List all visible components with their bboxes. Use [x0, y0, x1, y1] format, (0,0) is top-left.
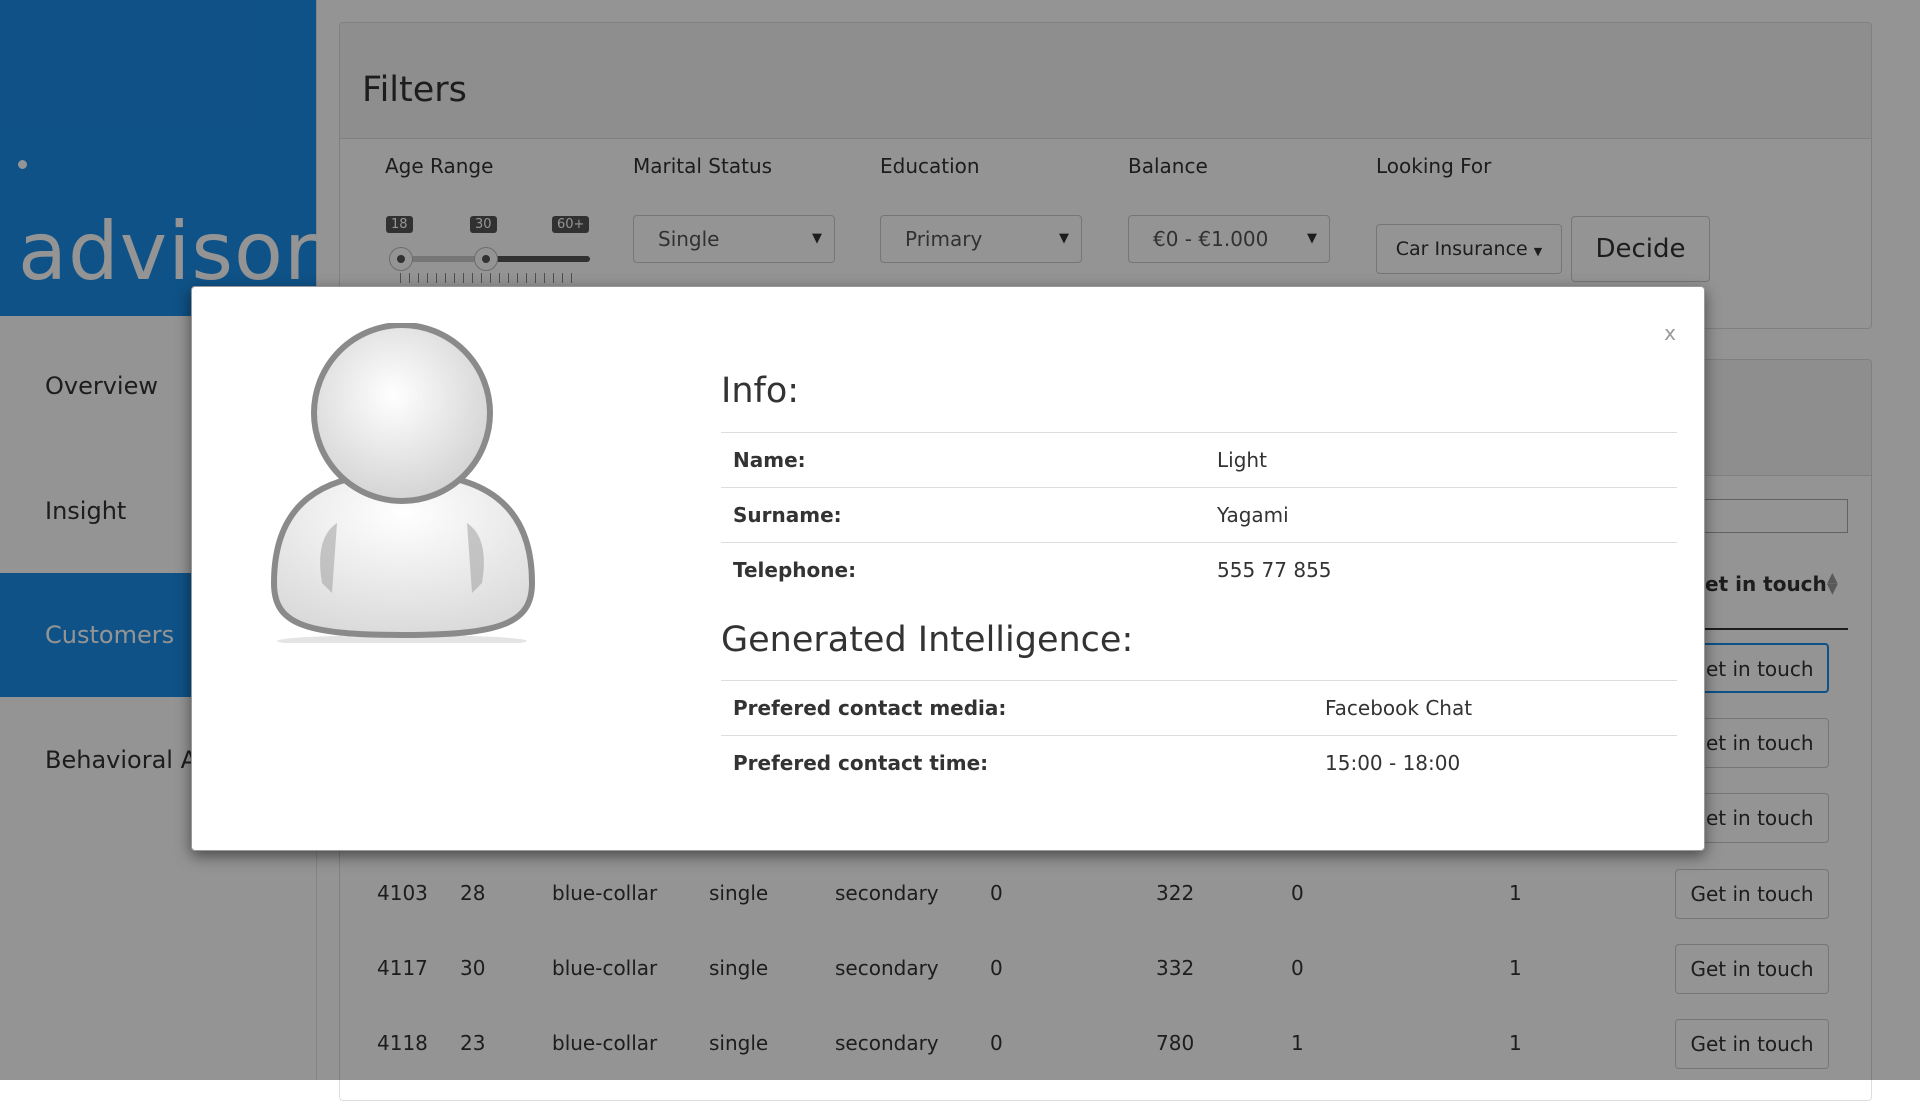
info-table: Name: Light Surname: Yagami Telephone: 5… [721, 432, 1677, 597]
table-row: Surname: Yagami [721, 487, 1677, 543]
info-value: 555 77 855 [1205, 542, 1677, 597]
intel-key: Prefered contact time: [721, 735, 1313, 790]
info-title: Info: [721, 371, 800, 411]
info-value: Light [1205, 432, 1677, 488]
intel-value: 15:00 - 18:00 [1313, 735, 1677, 790]
info-key: Name: [721, 432, 1205, 488]
table-row: Prefered contact time: 15:00 - 18:00 [721, 735, 1677, 790]
customer-modal: x Info: Name: Light Surname: Yagami Tele… [191, 286, 1705, 851]
intelligence-table: Prefered contact media: Facebook Chat Pr… [721, 680, 1677, 790]
intel-value: Facebook Chat [1313, 680, 1677, 736]
close-icon[interactable]: x [1664, 321, 1676, 345]
intelligence-title: Generated Intelligence: [721, 620, 1134, 660]
intel-key: Prefered contact media: [721, 680, 1313, 736]
table-row: Prefered contact media: Facebook Chat [721, 680, 1677, 736]
table-row: Name: Light [721, 432, 1677, 488]
info-key: Surname: [721, 487, 1205, 543]
info-key: Telephone: [721, 542, 1205, 597]
user-avatar-icon [270, 323, 536, 643]
info-value: Yagami [1205, 487, 1677, 543]
table-row: Telephone: 555 77 855 [721, 542, 1677, 597]
